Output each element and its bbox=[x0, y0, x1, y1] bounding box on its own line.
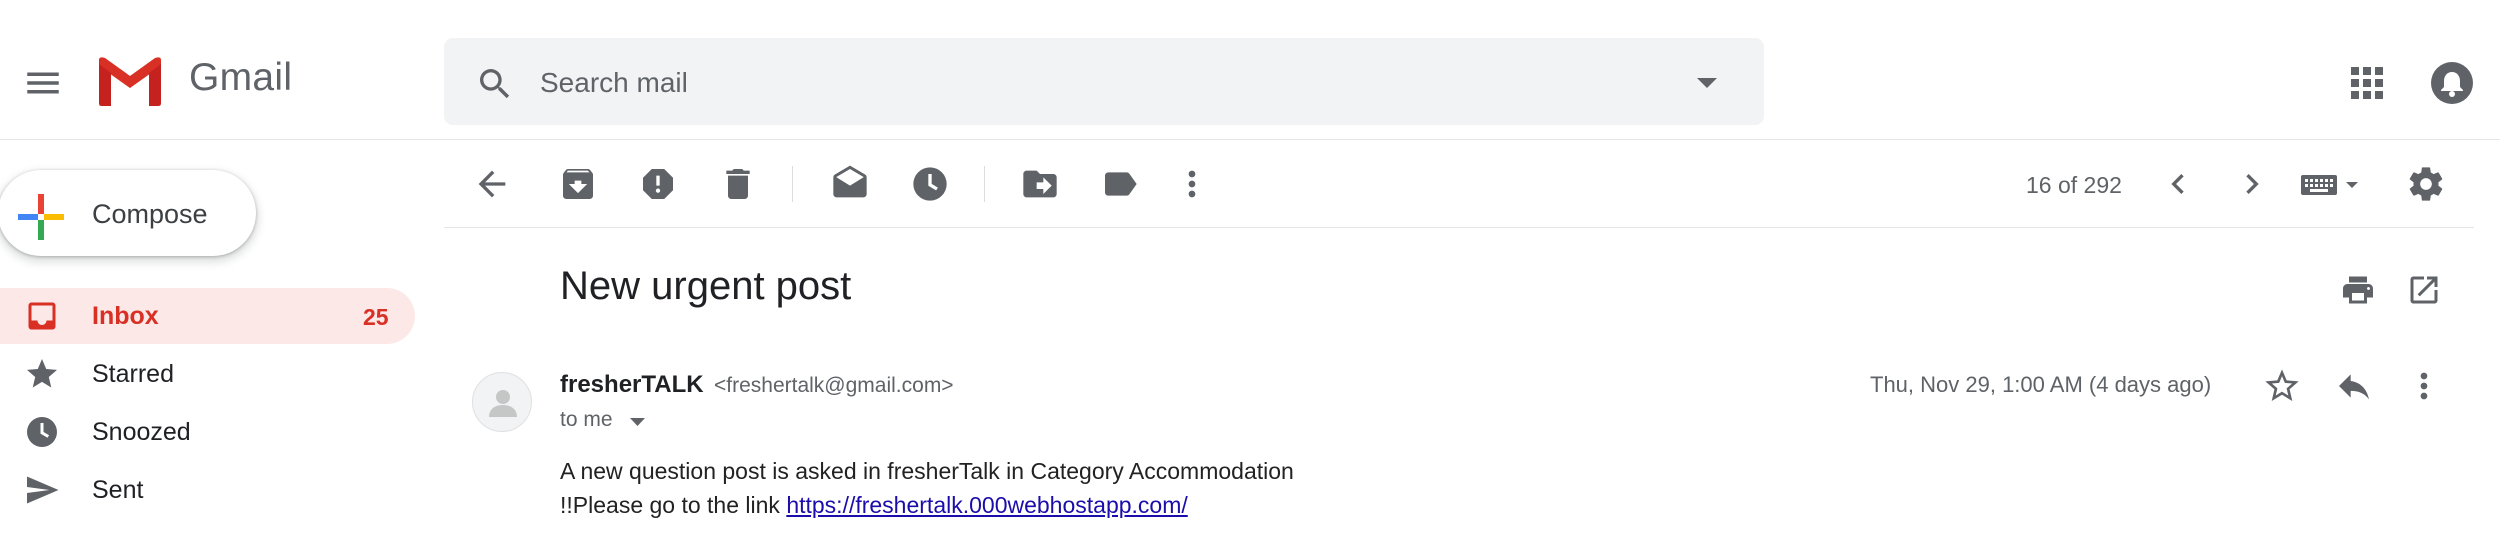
email-body-text: !!Please go to the link bbox=[560, 492, 780, 518]
caret-down-icon bbox=[1697, 78, 1717, 88]
open-in-new-window-button[interactable] bbox=[2406, 272, 2442, 308]
gmail-logo[interactable] bbox=[95, 54, 165, 110]
snooze-clock-icon bbox=[913, 167, 947, 201]
snooze-button[interactable] bbox=[910, 164, 950, 204]
archive-button[interactable] bbox=[558, 164, 598, 204]
inbox-icon bbox=[24, 298, 60, 334]
search-button[interactable] bbox=[475, 64, 515, 104]
input-tools-button[interactable] bbox=[2300, 170, 2364, 200]
sidebar-item-label: Starred bbox=[92, 360, 174, 388]
print-all-button[interactable] bbox=[2340, 272, 2376, 308]
chevron-right-icon bbox=[2246, 174, 2259, 194]
app-name: Gmail bbox=[189, 56, 293, 99]
sidebar-item-sent[interactable] bbox=[0, 462, 415, 518]
label-icon bbox=[1105, 172, 1137, 196]
email-body-link[interactable]: https://freshertalk.000webhostapp.com/ bbox=[786, 492, 1187, 518]
back-arrow-icon bbox=[478, 170, 506, 198]
more-vert-icon bbox=[2420, 372, 2428, 400]
archive-icon bbox=[563, 169, 593, 199]
email-subject: New urgent post bbox=[560, 264, 852, 308]
compose-label: Compose bbox=[92, 199, 208, 229]
sidebar-item-label: Sent bbox=[92, 476, 144, 504]
trash-icon bbox=[726, 169, 750, 199]
report-spam-icon bbox=[643, 169, 673, 199]
show-details-button[interactable] bbox=[630, 418, 645, 427]
star-button[interactable] bbox=[2262, 366, 2302, 406]
sender-email: <freshertalk@gmail.com> bbox=[714, 374, 954, 397]
move-to-folder-icon bbox=[1023, 170, 1057, 198]
sidebar-item-snoozed[interactable] bbox=[0, 404, 415, 460]
star-icon bbox=[24, 356, 60, 392]
more-vert-icon bbox=[1188, 170, 1196, 198]
toolbar-divider-line bbox=[444, 227, 2474, 228]
send-icon bbox=[24, 472, 60, 508]
sidebar-item-starred[interactable] bbox=[0, 346, 415, 402]
labels-button[interactable] bbox=[1100, 164, 1140, 204]
gmail-logo-icon bbox=[99, 57, 161, 106]
search-input[interactable] bbox=[540, 60, 1640, 106]
sidebar-item-label: Snoozed bbox=[92, 418, 191, 446]
bell-icon bbox=[2431, 62, 2473, 104]
google-apps-button[interactable] bbox=[2350, 66, 2384, 100]
older-button[interactable] bbox=[2232, 164, 2272, 204]
recipient-text: to me bbox=[560, 408, 613, 431]
search-options-button[interactable] bbox=[1695, 76, 1719, 90]
toolbar-divider bbox=[984, 166, 985, 202]
message-more-button[interactable] bbox=[2404, 366, 2444, 406]
toolbar-divider bbox=[792, 166, 793, 202]
apps-grid-icon bbox=[2351, 67, 2383, 99]
reply-button[interactable] bbox=[2334, 366, 2374, 406]
chevron-left-icon bbox=[2171, 174, 2184, 194]
caret-down-icon bbox=[630, 418, 645, 426]
hamburger-menu-icon bbox=[27, 72, 59, 94]
mark-unread-icon bbox=[833, 165, 867, 198]
more-actions-button[interactable] bbox=[1172, 164, 1212, 204]
email-body-line: A new question post is asked in fresherT… bbox=[560, 458, 1294, 484]
reply-icon bbox=[2339, 374, 2369, 400]
keyboard-icon bbox=[2301, 175, 2358, 195]
clock-icon bbox=[24, 414, 60, 450]
person-icon bbox=[489, 390, 517, 417]
settings-button[interactable] bbox=[2406, 164, 2446, 204]
delete-button[interactable] bbox=[718, 164, 758, 204]
sidebar-item-inbox[interactable] bbox=[0, 288, 415, 344]
compose-plus-icon bbox=[18, 194, 64, 240]
report-spam-button[interactable] bbox=[638, 164, 678, 204]
move-to-button[interactable] bbox=[1020, 164, 1060, 204]
mark-unread-button[interactable] bbox=[830, 164, 870, 204]
newer-button[interactable] bbox=[2158, 164, 2198, 204]
star-outline-icon bbox=[2265, 369, 2299, 401]
main-menu-button[interactable] bbox=[22, 62, 64, 104]
pagination-text: 16 of 292 bbox=[2026, 172, 2122, 198]
notifications-button[interactable] bbox=[2430, 61, 2474, 105]
search-icon bbox=[480, 69, 510, 99]
sidebar-item-label: Inbox bbox=[92, 302, 159, 330]
sender-avatar[interactable] bbox=[472, 372, 532, 432]
email-date: Thu, Nov 29, 1:00 AM (4 days ago) bbox=[1870, 372, 2212, 397]
sender-name[interactable]: fresherTALK bbox=[560, 371, 704, 399]
back-button[interactable] bbox=[472, 164, 512, 204]
open-in-new-icon bbox=[2410, 276, 2438, 304]
unread-count-badge: 25 bbox=[363, 304, 389, 330]
gear-icon bbox=[2409, 167, 2443, 201]
print-icon bbox=[2343, 276, 2373, 304]
email-body-line: !!Please go to the link https://freshert… bbox=[560, 492, 1188, 519]
